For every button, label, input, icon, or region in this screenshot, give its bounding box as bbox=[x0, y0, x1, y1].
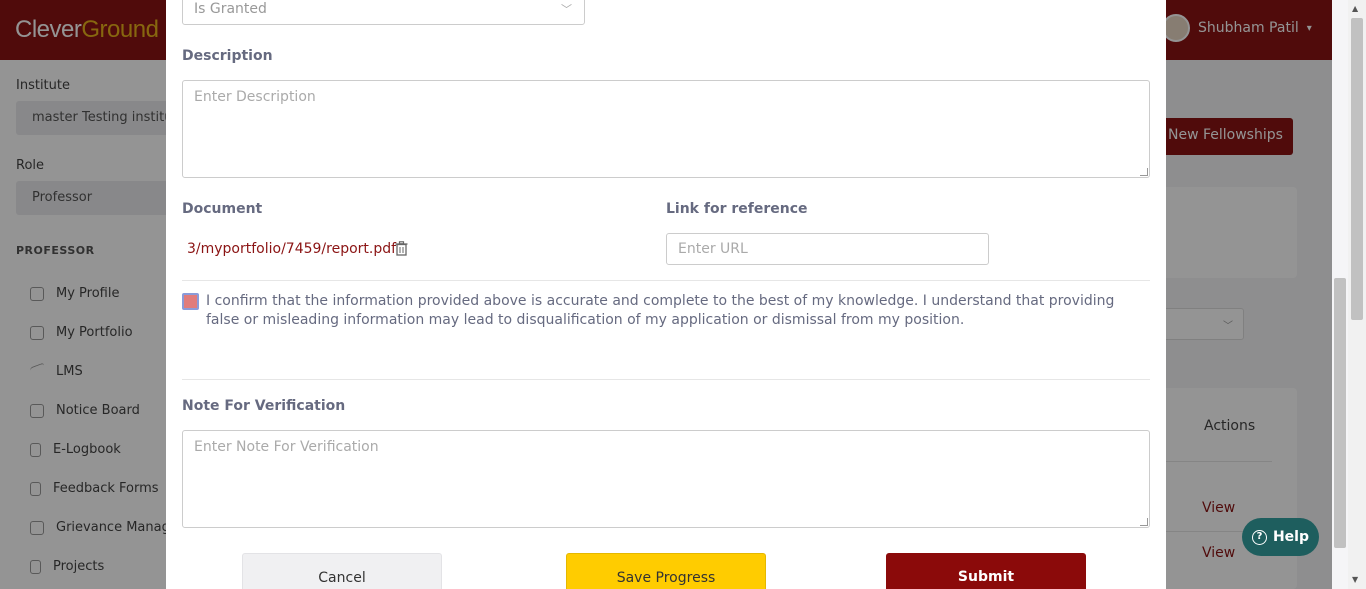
help-button[interactable]: ? Help bbox=[1242, 518, 1319, 556]
confirm-checkbox[interactable] bbox=[182, 293, 199, 310]
confirm-text: I confirm that the information provided … bbox=[206, 293, 1115, 328]
question-icon: ? bbox=[1251, 529, 1267, 545]
page-scrollbar-thumb[interactable] bbox=[1334, 278, 1346, 548]
note-verification-label: Note For Verification bbox=[182, 398, 346, 414]
description-label: Description bbox=[182, 48, 273, 64]
save-progress-button[interactable]: Save Progress bbox=[566, 553, 766, 589]
link-reference-label: Link for reference bbox=[666, 201, 808, 217]
scroll-down-icon[interactable]: ▼ bbox=[1352, 575, 1358, 584]
url-input[interactable]: Enter URL bbox=[666, 233, 989, 265]
chevron-down-icon: ﹀ bbox=[561, 3, 572, 16]
cancel-button[interactable]: Cancel bbox=[242, 553, 442, 589]
trash-icon[interactable] bbox=[395, 241, 408, 256]
document-label: Document bbox=[182, 201, 263, 217]
resize-handle-icon[interactable] bbox=[1140, 168, 1148, 176]
divider bbox=[182, 379, 1150, 380]
status-select[interactable]: Is Granted ﹀ bbox=[182, 0, 585, 25]
description-textarea[interactable]: Enter Description bbox=[182, 80, 1150, 178]
resize-handle-icon[interactable] bbox=[1140, 518, 1148, 526]
divider bbox=[182, 280, 1150, 281]
window-scrollbar-thumb[interactable] bbox=[1351, 18, 1363, 320]
fellowship-modal: Is Granted ﹀ Description Enter Descripti… bbox=[166, 0, 1166, 589]
submit-button[interactable]: Submit bbox=[886, 553, 1086, 589]
note-verification-textarea[interactable]: Enter Note For Verification bbox=[182, 430, 1150, 528]
document-link[interactable]: 3/myportfolio/7459/report.pdf bbox=[187, 241, 396, 257]
scroll-up-icon[interactable]: ▲ bbox=[1352, 4, 1358, 13]
